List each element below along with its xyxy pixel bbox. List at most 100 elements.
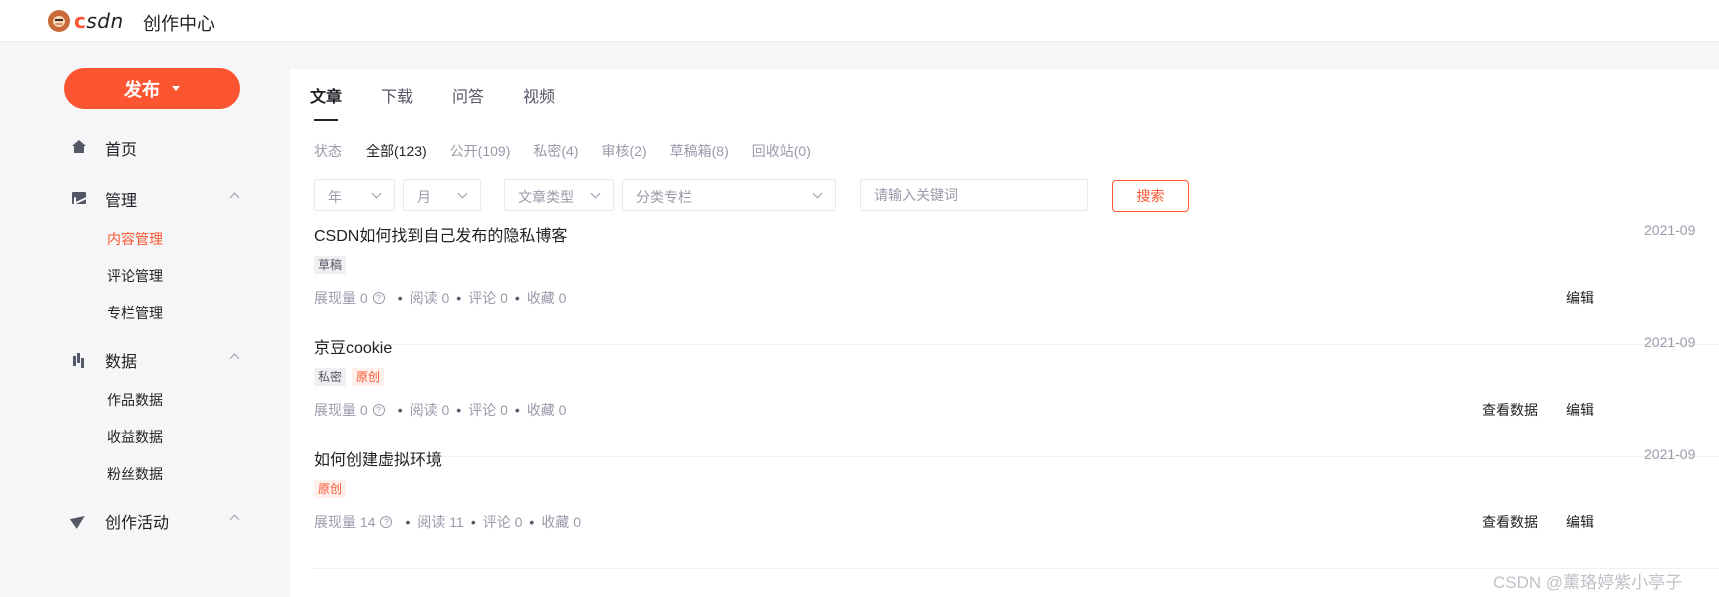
publish-button[interactable]: 发布 (64, 68, 240, 109)
content-panel: 文章 下载 问答 视频 状态 全部(123) 公开(109) 私密(4) 审核(… (290, 69, 1719, 597)
status-filter-public[interactable]: 公开(109) (450, 141, 511, 161)
impressions-count: 展现量 0 (314, 402, 368, 418)
chevron-down-icon (371, 188, 382, 199)
chevron-up-icon (229, 353, 240, 364)
status-filter-drafts[interactable]: 草稿箱(8) (670, 141, 729, 161)
sidebar-item-works-data[interactable]: 作品数据 (107, 390, 163, 410)
tag-draft: 草稿 (314, 256, 347, 274)
chevron-down-icon (590, 188, 601, 199)
article-date: 2021-09 (1644, 446, 1696, 462)
sidebar-item-fans-data[interactable]: 粉丝数据 (107, 464, 163, 484)
caret-down-icon (172, 86, 180, 91)
tag-original: 原创 (352, 368, 385, 386)
status-filter-private[interactable]: 私密(4) (533, 141, 578, 161)
sidebar-item-manage[interactable]: 管理 (72, 187, 252, 211)
help-icon[interactable]: ? (380, 516, 393, 528)
content-tabs: 文章 下载 问答 视频 (310, 83, 594, 121)
chevron-up-icon (229, 192, 240, 203)
article-row: 如何创建虚拟环境 2021-09 原创 展现量 14 ? • 阅读 11 • 评… (314, 446, 1719, 569)
sidebar-item-label: 管理 (105, 193, 138, 210)
article-title[interactable]: 京豆cookie (314, 334, 392, 358)
paper-plane-icon (72, 513, 88, 529)
sidebar-item-content-manage[interactable]: 内容管理 (107, 229, 163, 249)
article-stats: 展现量 0 ? • 阅读 0 • 评论 0 • 收藏 0 (314, 400, 566, 420)
chevron-down-icon (812, 188, 823, 199)
top-bar: csdn 创作中心 (0, 0, 1719, 41)
article-date: 2021-09 (1644, 222, 1696, 238)
sidebar-item-label: 数据 (105, 354, 138, 371)
article-tags: 原创 (314, 480, 352, 498)
separator-dot: • (456, 402, 462, 418)
separator-dot: • (456, 290, 462, 306)
edit-button[interactable]: 编辑 (1566, 288, 1594, 308)
comments-count: 评论 0 (482, 514, 523, 530)
month-select[interactable]: 月 (403, 179, 481, 211)
publish-label: 发布 (124, 79, 160, 100)
sidebar-item-data[interactable]: 数据 (72, 348, 252, 372)
status-filter-all[interactable]: 全部(123) (366, 141, 427, 161)
year-select[interactable]: 年 (314, 179, 395, 211)
sidebar-item-column-manage[interactable]: 专栏管理 (107, 303, 163, 323)
article-title[interactable]: 如何创建虚拟环境 (314, 446, 442, 470)
reads-count: 阅读 0 (409, 402, 450, 418)
article-tags: 草稿 (314, 256, 352, 274)
tag-original: 原创 (314, 480, 347, 498)
watermark-text: CSDN @薰珞婷紫小亭子 (1493, 573, 1683, 592)
column-select[interactable]: 分类专栏 (622, 179, 836, 211)
article-type-value: 文章类型 (518, 189, 574, 205)
separator-dot: • (405, 514, 411, 530)
sidebar-item-income-data[interactable]: 收益数据 (107, 427, 163, 447)
search-input[interactable] (860, 179, 1088, 211)
status-filter-trash[interactable]: 回收站(0) (752, 141, 811, 161)
bar-chart-icon (72, 352, 88, 368)
status-label: 状态 (314, 143, 342, 159)
chart-trend-icon (72, 191, 88, 207)
month-select-value: 月 (417, 189, 431, 205)
tab-articles[interactable]: 文章 (310, 83, 342, 121)
chevron-down-icon (457, 188, 468, 199)
csdn-logo[interactable]: csdn (48, 9, 124, 33)
separator-dot: • (514, 402, 520, 418)
view-data-button[interactable]: 查看数据 (1482, 512, 1538, 532)
tag-private: 私密 (314, 368, 347, 386)
article-stats: 展现量 0 ? • 阅读 0 • 评论 0 • 收藏 0 (314, 288, 566, 308)
separator-dot: • (514, 290, 520, 306)
logo-text: csdn (74, 9, 124, 33)
favorites-count: 收藏 0 (541, 514, 581, 530)
separator-dot: • (470, 514, 476, 530)
comments-count: 评论 0 (468, 402, 508, 418)
tab-downloads[interactable]: 下载 (381, 83, 413, 107)
sidebar: 发布 首页 管理 内容管理 评论管理 专栏管理 数据 作品数据 收益数据 粉丝数… (0, 41, 290, 597)
sidebar-item-home[interactable]: 首页 (72, 136, 252, 160)
sidebar-item-activity[interactable]: 创作活动 (72, 509, 252, 533)
separator-dot: • (397, 402, 403, 418)
monkey-logo-icon (48, 10, 70, 32)
home-icon (72, 140, 88, 156)
tab-videos[interactable]: 视频 (523, 83, 555, 107)
sidebar-item-comment-manage[interactable]: 评论管理 (107, 266, 163, 286)
sidebar-item-label: 首页 (105, 142, 138, 159)
article-row: 京豆cookie 2021-09 私密 原创 展现量 0 ? • 阅读 0 • … (314, 334, 1719, 457)
view-data-button[interactable]: 查看数据 (1482, 400, 1538, 420)
article-title[interactable]: CSDN如何找到自己发布的隐私博客 (314, 222, 567, 246)
help-icon[interactable]: ? (372, 404, 385, 416)
article-tags: 私密 原创 (314, 368, 390, 386)
reads-count: 阅读 0 (409, 290, 450, 306)
status-filter-review[interactable]: 审核(2) (602, 141, 647, 161)
article-row: CSDN如何找到自己发布的隐私博客 2021-09 草稿 展现量 0 ? • 阅… (314, 222, 1719, 345)
column-select-value: 分类专栏 (636, 189, 692, 205)
comments-count: 评论 0 (468, 290, 508, 306)
edit-button[interactable]: 编辑 (1566, 400, 1594, 420)
edit-button[interactable]: 编辑 (1566, 512, 1594, 532)
year-select-value: 年 (328, 189, 342, 205)
tab-qa[interactable]: 问答 (452, 83, 484, 107)
reads-count: 阅读 11 (417, 514, 464, 530)
article-type-select[interactable]: 文章类型 (504, 179, 614, 211)
favorites-count: 收藏 0 (526, 402, 567, 418)
help-icon[interactable]: ? (372, 292, 385, 304)
status-filter-bar: 状态 全部(123) 公开(109) 私密(4) 审核(2) 草稿箱(8) 回收… (314, 141, 834, 161)
separator-dot: • (529, 514, 535, 530)
sidebar-item-label: 创作活动 (105, 515, 170, 532)
chevron-up-icon (229, 514, 240, 525)
search-button[interactable]: 搜索 (1112, 180, 1189, 212)
